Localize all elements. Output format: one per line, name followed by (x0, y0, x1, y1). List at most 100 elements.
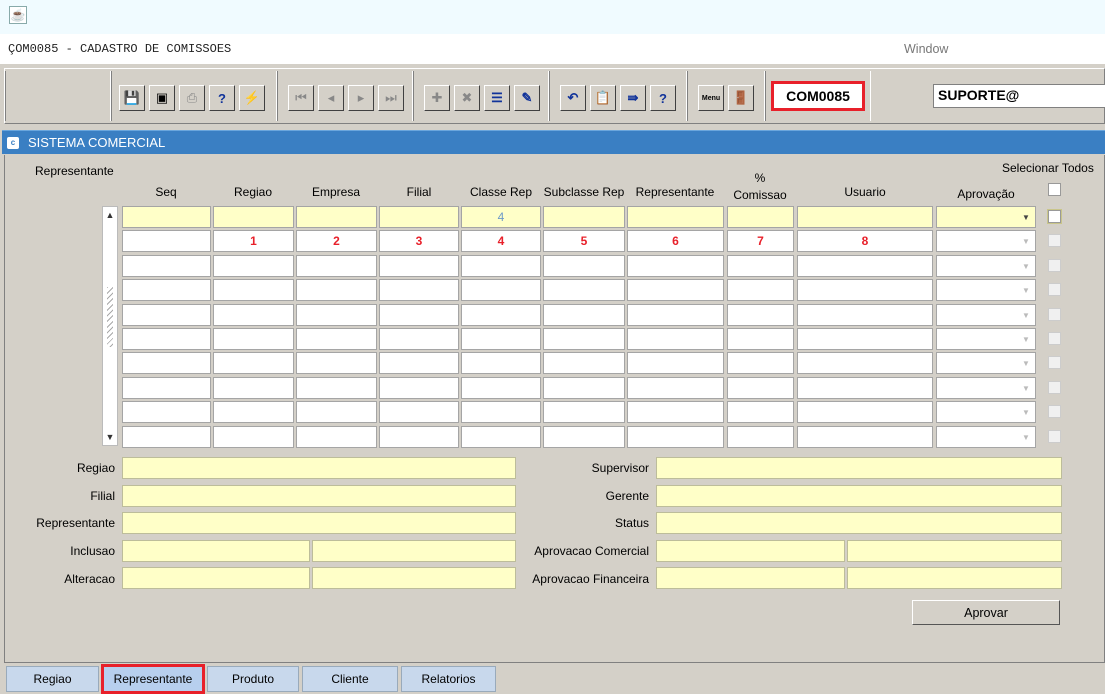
grid-cell-filial[interactable] (379, 328, 459, 350)
grid-cell-seq[interactable] (122, 401, 211, 423)
screen-icon[interactable]: ▣ (149, 85, 175, 111)
grid-cell-classe-rep[interactable]: 4 (461, 230, 541, 252)
grid-cell-aprovacao[interactable]: ▼ (936, 352, 1036, 374)
grid-cell-empresa[interactable] (296, 206, 377, 228)
printer-icon[interactable]: ⎙ (179, 85, 205, 111)
row-select-checkbox[interactable] (1048, 356, 1061, 369)
grid-cell-subclasse-rep[interactable] (543, 279, 625, 301)
alteracao-date-field[interactable] (312, 567, 516, 589)
help-icon[interactable]: ? (650, 85, 676, 111)
grid-cell-representante[interactable] (627, 352, 724, 374)
representante-field[interactable] (122, 512, 516, 534)
grid-cell-subclasse-rep[interactable] (543, 206, 625, 228)
execute-query-icon[interactable]: ⚡ (239, 85, 265, 111)
grid-cell-classe-rep[interactable] (461, 279, 541, 301)
tab-cliente[interactable]: Cliente (302, 666, 398, 692)
edit-icon[interactable]: ✎ (514, 85, 540, 111)
grid-cell-usuario[interactable] (797, 304, 933, 326)
grid-cell-empresa[interactable] (296, 304, 377, 326)
grid-cell-aprovacao[interactable]: ▼ (936, 230, 1036, 252)
chevron-down-icon[interactable]: ▼ (1019, 210, 1033, 225)
next-record-icon[interactable]: ▸ (348, 85, 374, 111)
grid-cell-aprovacao[interactable]: ▼ (936, 328, 1036, 350)
grid-cell-usuario[interactable] (797, 328, 933, 350)
aprovacao-financeira-date-field[interactable] (847, 567, 1062, 589)
grid-cell-seq[interactable] (122, 352, 211, 374)
grid-cell-usuario[interactable] (797, 206, 933, 228)
grid-cell-comissao[interactable] (727, 255, 794, 277)
grid-cell-empresa[interactable] (296, 401, 377, 423)
chevron-down-icon[interactable]: ▼ (1019, 405, 1033, 420)
grid-cell-regiao[interactable] (213, 352, 294, 374)
grid-cell-aprovacao[interactable]: ▼ (936, 401, 1036, 423)
grid-cell-subclasse-rep[interactable] (543, 255, 625, 277)
grid-cell-regiao[interactable] (213, 279, 294, 301)
menu-window[interactable]: Window (904, 42, 948, 56)
grid-cell-usuario[interactable] (797, 279, 933, 301)
tab-relatorios[interactable]: Relatorios (401, 666, 496, 692)
grid-cell-representante[interactable] (627, 304, 724, 326)
grid-cell-seq[interactable] (122, 426, 211, 448)
grid-cell-seq[interactable] (122, 328, 211, 350)
grid-cell-classe-rep[interactable] (461, 401, 541, 423)
grid-cell-seq[interactable] (122, 304, 211, 326)
grid-cell-filial[interactable]: 3 (379, 230, 459, 252)
grid-cell-regiao[interactable] (213, 328, 294, 350)
aprovacao-comercial-user-field[interactable] (656, 540, 845, 562)
grid-cell-comissao[interactable] (727, 377, 794, 399)
grid-cell-filial[interactable] (379, 426, 459, 448)
grid-cell-seq[interactable] (122, 206, 211, 228)
grid-cell-comissao[interactable] (727, 206, 794, 228)
grid-cell-subclasse-rep[interactable] (543, 352, 625, 374)
query-icon[interactable]: ? (209, 85, 235, 111)
chevron-down-icon[interactable]: ▼ (1019, 259, 1033, 274)
row-select-checkbox[interactable] (1048, 430, 1061, 443)
grid-cell-regiao[interactable] (213, 426, 294, 448)
aprovacao-financeira-user-field[interactable] (656, 567, 845, 589)
grid-cell-seq[interactable] (122, 230, 211, 252)
grid-cell-representante[interactable] (627, 206, 724, 228)
filial-field[interactable] (122, 485, 516, 507)
grid-cell-filial[interactable] (379, 255, 459, 277)
last-record-icon[interactable]: ⏭ (378, 85, 404, 111)
grid-cell-aprovacao[interactable]: ▼ (936, 255, 1036, 277)
delete-record-icon[interactable]: ✖ (454, 85, 480, 111)
save-icon[interactable]: 💾 (119, 85, 145, 111)
grid-cell-aprovacao[interactable]: ▼ (936, 206, 1036, 228)
gerente-field[interactable] (656, 485, 1062, 507)
insert-record-icon[interactable]: ✚ (424, 85, 450, 111)
grid-cell-classe-rep[interactable] (461, 352, 541, 374)
grid-cell-aprovacao[interactable]: ▼ (936, 377, 1036, 399)
grid-cell-comissao[interactable] (727, 279, 794, 301)
grid-cell-aprovacao[interactable]: ▼ (936, 279, 1036, 301)
first-record-icon[interactable]: ⏮ (288, 85, 314, 111)
row-select-checkbox[interactable] (1048, 332, 1061, 345)
grid-cell-subclasse-rep[interactable] (543, 304, 625, 326)
chevron-down-icon[interactable]: ▼ (1019, 356, 1033, 371)
row-select-checkbox[interactable] (1048, 283, 1061, 296)
grid-cell-seq[interactable] (122, 255, 211, 277)
grid-cell-representante[interactable] (627, 279, 724, 301)
grid-cell-aprovacao[interactable]: ▼ (936, 426, 1036, 448)
scroll-grip[interactable] (107, 287, 113, 347)
grid-cell-empresa[interactable] (296, 352, 377, 374)
grid-cell-subclasse-rep[interactable] (543, 426, 625, 448)
grid-cell-classe-rep[interactable] (461, 377, 541, 399)
grid-cell-empresa[interactable] (296, 426, 377, 448)
aprovacao-comercial-date-field[interactable] (847, 540, 1062, 562)
grid-cell-representante[interactable] (627, 401, 724, 423)
java-cup-icon[interactable]: ☕ (9, 6, 27, 24)
grid-cell-usuario[interactable]: 8 (797, 230, 933, 252)
grid-cell-usuario[interactable] (797, 426, 933, 448)
grid-cell-seq[interactable] (122, 279, 211, 301)
menu-icon[interactable]: Menu (698, 85, 724, 111)
grid-cell-filial[interactable] (379, 279, 459, 301)
grid-cell-comissao[interactable] (727, 426, 794, 448)
grid-cell-comissao[interactable] (727, 328, 794, 350)
supervisor-field[interactable] (656, 457, 1062, 479)
grid-cell-representante[interactable] (627, 255, 724, 277)
grid-cell-usuario[interactable] (797, 255, 933, 277)
inclusao-date-field[interactable] (312, 540, 516, 562)
grid-cell-comissao[interactable] (727, 304, 794, 326)
grid-scrollbar[interactable]: ▲ ▼ (102, 206, 118, 446)
